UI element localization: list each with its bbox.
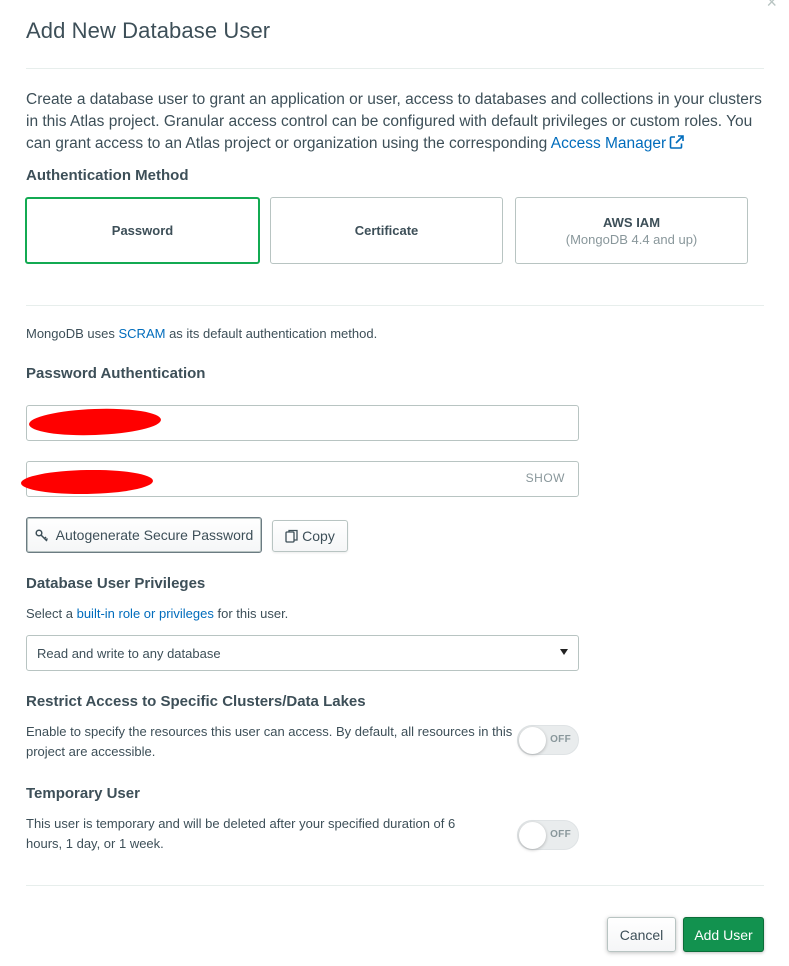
dialog-title: Add New Database User	[26, 18, 271, 43]
privileges-desc-suffix: for this user.	[213, 606, 289, 621]
auth-method-heading: Authentication Method	[26, 167, 189, 184]
auth-option-aws-iam[interactable]: AWS IAM (MongoDB 4.4 and up)	[515, 197, 748, 264]
temporary-user-toggle[interactable]: OFF	[517, 820, 579, 850]
privileges-select[interactable]: Read and write to any database	[26, 635, 579, 671]
cancel-button[interactable]: Cancel	[607, 917, 676, 952]
header-divider	[26, 68, 764, 69]
privileges-selected-value: Read and write to any database	[37, 646, 221, 661]
copy-password-button[interactable]: Copy	[272, 520, 348, 552]
auth-option-label: Certificate	[354, 223, 419, 238]
restrict-access-heading: Restrict Access to Specific Clusters/Dat…	[26, 693, 366, 710]
password-auth-heading: Password Authentication	[26, 365, 206, 382]
scram-note-prefix: MongoDB uses	[26, 326, 119, 341]
autogenerate-label: Autogenerate Secure Password	[55, 527, 254, 543]
auth-option-label: Password	[111, 223, 174, 238]
toggle-state-label: OFF	[550, 829, 571, 840]
add-user-button[interactable]: Add User	[683, 917, 764, 952]
show-password-button[interactable]: SHOW	[526, 471, 565, 485]
scram-note-suffix: as its default authentication method.	[165, 326, 378, 341]
temporary-user-heading: Temporary User	[26, 785, 140, 802]
scram-note: MongoDB uses SCRAM as its default authen…	[26, 324, 377, 344]
built-in-role-link[interactable]: built-in role or privileges	[77, 606, 214, 621]
key-icon	[35, 528, 49, 542]
auth-option-sublabel: (MongoDB 4.4 and up)	[565, 231, 698, 247]
password-input[interactable]: SHOW	[20, 461, 579, 497]
copy-icon	[285, 529, 299, 543]
restrict-access-description: Enable to specify the resources this use…	[26, 724, 513, 759]
section-divider	[26, 305, 764, 306]
auth-option-label: AWS IAM	[602, 214, 661, 230]
toggle-knob	[519, 822, 546, 849]
caret-down-icon	[560, 649, 568, 655]
scram-link[interactable]: SCRAM	[119, 326, 166, 341]
privileges-desc-prefix: Select a	[26, 606, 77, 621]
autogenerate-password-button[interactable]: Autogenerate Secure Password	[26, 517, 262, 553]
toggle-knob	[519, 727, 546, 754]
privileges-heading: Database User Privileges	[26, 575, 206, 592]
close-icon[interactable]: ×	[766, 0, 777, 13]
auth-option-certificate[interactable]: Certificate	[270, 197, 503, 264]
intro-paragraph: Create a database user to grant an appli…	[26, 89, 766, 156]
username-input[interactable]	[26, 405, 579, 441]
toggle-state-label: OFF	[550, 734, 571, 745]
external-link-icon[interactable]	[669, 134, 685, 156]
access-manager-link[interactable]: Access Manager	[551, 135, 666, 152]
redaction-mark	[20, 468, 154, 496]
restrict-access-toggle[interactable]: OFF	[517, 725, 579, 755]
privileges-description: Select a built-in role or privileges for…	[26, 604, 288, 624]
redaction-mark	[28, 406, 162, 438]
copy-label: Copy	[302, 528, 335, 544]
auth-option-password[interactable]: Password	[25, 197, 260, 264]
footer-divider	[26, 885, 764, 886]
temporary-user-description: This user is temporary and will be delet…	[26, 816, 456, 851]
